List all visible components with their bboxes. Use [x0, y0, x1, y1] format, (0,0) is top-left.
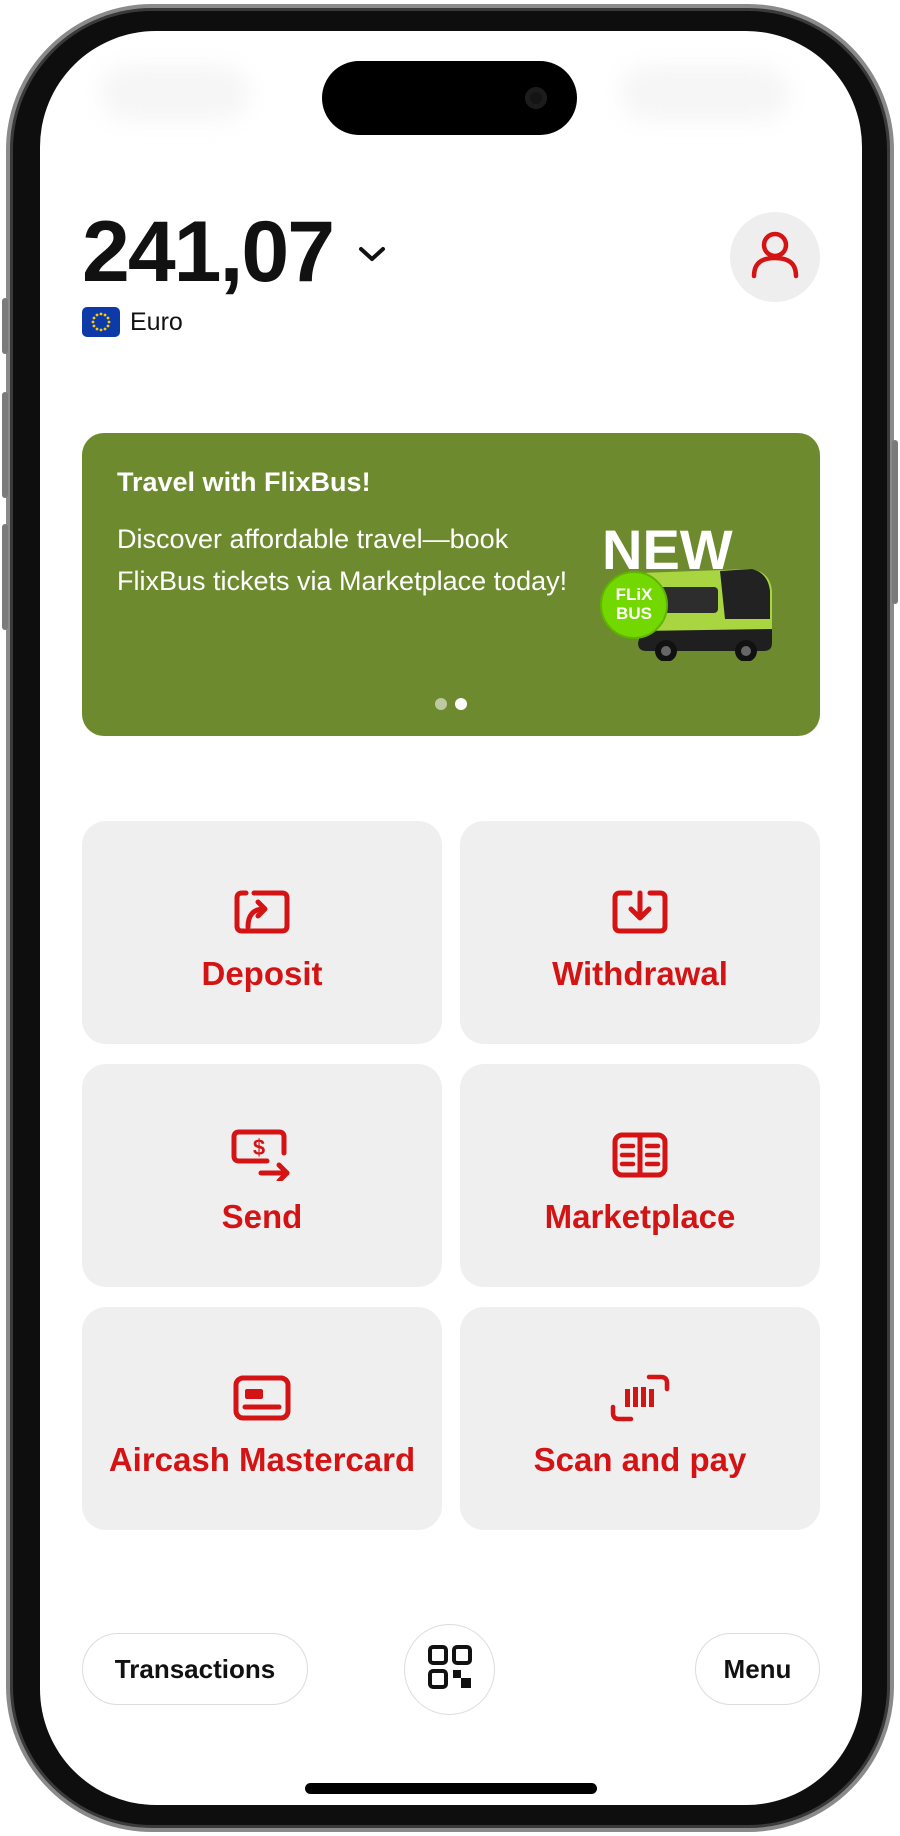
deposit-label: Deposit — [201, 955, 323, 992]
deposit-tile[interactable]: Deposit — [82, 821, 442, 1044]
deposit-icon — [234, 887, 290, 937]
currency-label: Euro — [130, 307, 183, 336]
promo-banner[interactable]: Travel with FlixBus! Discover affordable… — [82, 433, 820, 736]
card-icon — [233, 1373, 291, 1423]
flixbus-promo-image: NEW FLiX BUS — [600, 511, 785, 666]
balance-selector[interactable]: 241,07 — [82, 209, 387, 295]
qr-code-button[interactable] — [404, 1624, 495, 1715]
transactions-button[interactable]: Transactions — [82, 1633, 308, 1705]
banner-art-brand1: FLiX — [616, 585, 653, 604]
marketplace-tile[interactable]: Marketplace — [460, 1064, 820, 1287]
withdrawal-label: Withdrawal — [552, 955, 728, 992]
banner-text: Discover affordable travel—book FlixBus … — [117, 524, 568, 596]
mastercard-tile[interactable]: Aircash Mastercard — [82, 1307, 442, 1530]
action-button — [2, 298, 8, 354]
banner-title: Travel with FlixBus! — [117, 467, 371, 497]
scan-and-pay-tile[interactable]: Scan and pay — [460, 1307, 820, 1530]
scan-and-pay-label: Scan and pay — [533, 1441, 747, 1478]
profile-button[interactable] — [730, 212, 820, 302]
carousel-dot[interactable] — [435, 698, 447, 710]
chevron-down-icon — [357, 244, 387, 269]
status-bar-left — [100, 65, 250, 121]
eu-flag-icon — [82, 307, 120, 337]
carousel-dot-active[interactable] — [455, 698, 467, 710]
home-indicator[interactable] — [305, 1783, 597, 1794]
dynamic-island — [322, 61, 577, 135]
banner-art-brand2: BUS — [616, 604, 652, 623]
status-bar-right — [620, 65, 790, 121]
balance-amount: 241,07 — [82, 204, 335, 300]
marketplace-label: Marketplace — [544, 1198, 736, 1235]
user-icon — [749, 230, 801, 285]
front-camera — [525, 87, 547, 109]
send-label: Send — [221, 1198, 303, 1235]
power-button — [892, 440, 898, 604]
mastercard-label: Aircash Mastercard — [108, 1441, 416, 1478]
volume-up-button — [2, 392, 8, 498]
volume-down-button — [2, 524, 8, 630]
barcode-scan-icon — [609, 1373, 671, 1423]
currency-indicator: Euro — [82, 307, 183, 337]
qr-code-icon — [427, 1645, 472, 1694]
withdrawal-icon — [612, 887, 668, 937]
marketplace-icon — [612, 1130, 668, 1180]
send-tile[interactable]: $ Send — [82, 1064, 442, 1287]
menu-button[interactable]: Menu — [695, 1633, 820, 1705]
svg-text:$: $ — [253, 1135, 265, 1160]
withdrawal-tile[interactable]: Withdrawal — [460, 821, 820, 1044]
carousel-pagination[interactable] — [82, 698, 820, 710]
app-screen: 241,07 Euro Travel with FlixBus! Discove… — [40, 31, 862, 1805]
send-money-icon: $ — [231, 1129, 293, 1181]
